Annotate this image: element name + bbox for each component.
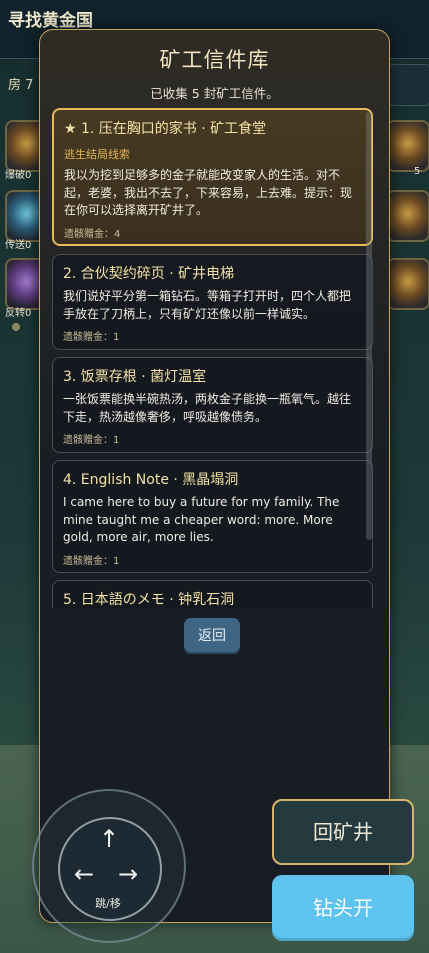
drill-button[interactable]: 钻头开	[272, 875, 414, 941]
modal-title: 矿工信件库	[159, 48, 270, 72]
letter-text: 一张饭票能换半碗热汤，两枚金子能换一瓶氧气。越往下走，热汤越像奢侈，呼吸越像债务…	[63, 392, 352, 424]
letter-gold-count: 遗骸赠金：1	[63, 435, 120, 446]
letter-gold-count: 遗骸赠金：1	[63, 555, 120, 567]
letter-text: 我以为挖到足够多的金子就能改变家人的生活。对不起，老婆，我出不去了，下来容易，上…	[64, 168, 353, 217]
arrow-up-icon: ↑	[99, 825, 120, 853]
letter-text: I came here to buy a future for my famil…	[63, 495, 340, 544]
letter-text: 我们说好平分第一箱钻石。等箱子打开时，四个人都把手放在了刀柄上，只有矿灯还像以前…	[63, 289, 352, 321]
letter-item[interactable]: 5. 日本語のメモ · 钟乳石洞	[52, 580, 373, 608]
item-card-2[interactable]	[386, 190, 429, 242]
letter-title: 3. 饭票存根 · 菌灯温室	[63, 369, 207, 385]
info-panel	[388, 64, 429, 106]
letter-gold-count: 遗骸赠金：1	[63, 332, 120, 343]
letter-title: 5. 日本語のメモ · 钟乳石洞	[63, 592, 235, 608]
item-card-count: 5	[414, 166, 421, 177]
back-button[interactable]: 返回	[184, 618, 240, 654]
letter-item[interactable]: 2. 合伙契约碎页 · 矿井电梯 我们说好平分第一箱钻石。等箱子打开时，四个人都…	[52, 254, 373, 350]
skill-label-blast: 爆破0	[5, 170, 32, 181]
letter-title: 4. English Note · 黑晶塌洞	[63, 472, 239, 488]
letter-item[interactable]: ★ 1. 压在胸口的家书 · 矿工食堂 逃生结局线索 我以为挖到足够多的金子就能…	[52, 108, 373, 246]
item-card-3[interactable]	[386, 258, 429, 310]
letter-title: 2. 合伙契约碎页 · 矿井电梯	[63, 266, 235, 282]
room-label: 房 7	[8, 78, 34, 93]
arrow-left-icon: ←	[74, 860, 95, 888]
arrow-right-icon: →	[118, 860, 139, 888]
letter-gold-count: 遗骸赠金：4	[64, 228, 121, 240]
letter-title: ★ 1. 压在胸口的家书 · 矿工食堂	[64, 121, 267, 137]
game-title: 寻找黄金国	[8, 11, 93, 31]
return-mine-button[interactable]: 回矿井	[272, 799, 414, 865]
indicator-dot	[12, 323, 20, 331]
modal-subtitle: 已收集 5 封矿工信件。	[150, 86, 279, 101]
skill-label-reverse: 反转0	[5, 308, 32, 319]
letter-item[interactable]: 3. 饭票存根 · 菌灯温室 一张饭票能换半碗热汤，两枚金子能换一瓶氧气。越往下…	[52, 357, 373, 453]
scrollbar[interactable]	[366, 112, 372, 540]
skill-label-teleport: 传送0	[5, 240, 32, 251]
joystick-label: 跳/移	[95, 897, 121, 910]
letters-list[interactable]: ★ 1. 压在胸口的家书 · 矿工食堂 逃生结局线索 我以为挖到足够多的金子就能…	[52, 108, 375, 608]
item-card-1[interactable]	[386, 120, 429, 172]
letter-tag: 逃生结局线索	[64, 148, 130, 161]
letter-item[interactable]: 4. English Note · 黑晶塌洞 I came here to bu…	[52, 460, 373, 573]
